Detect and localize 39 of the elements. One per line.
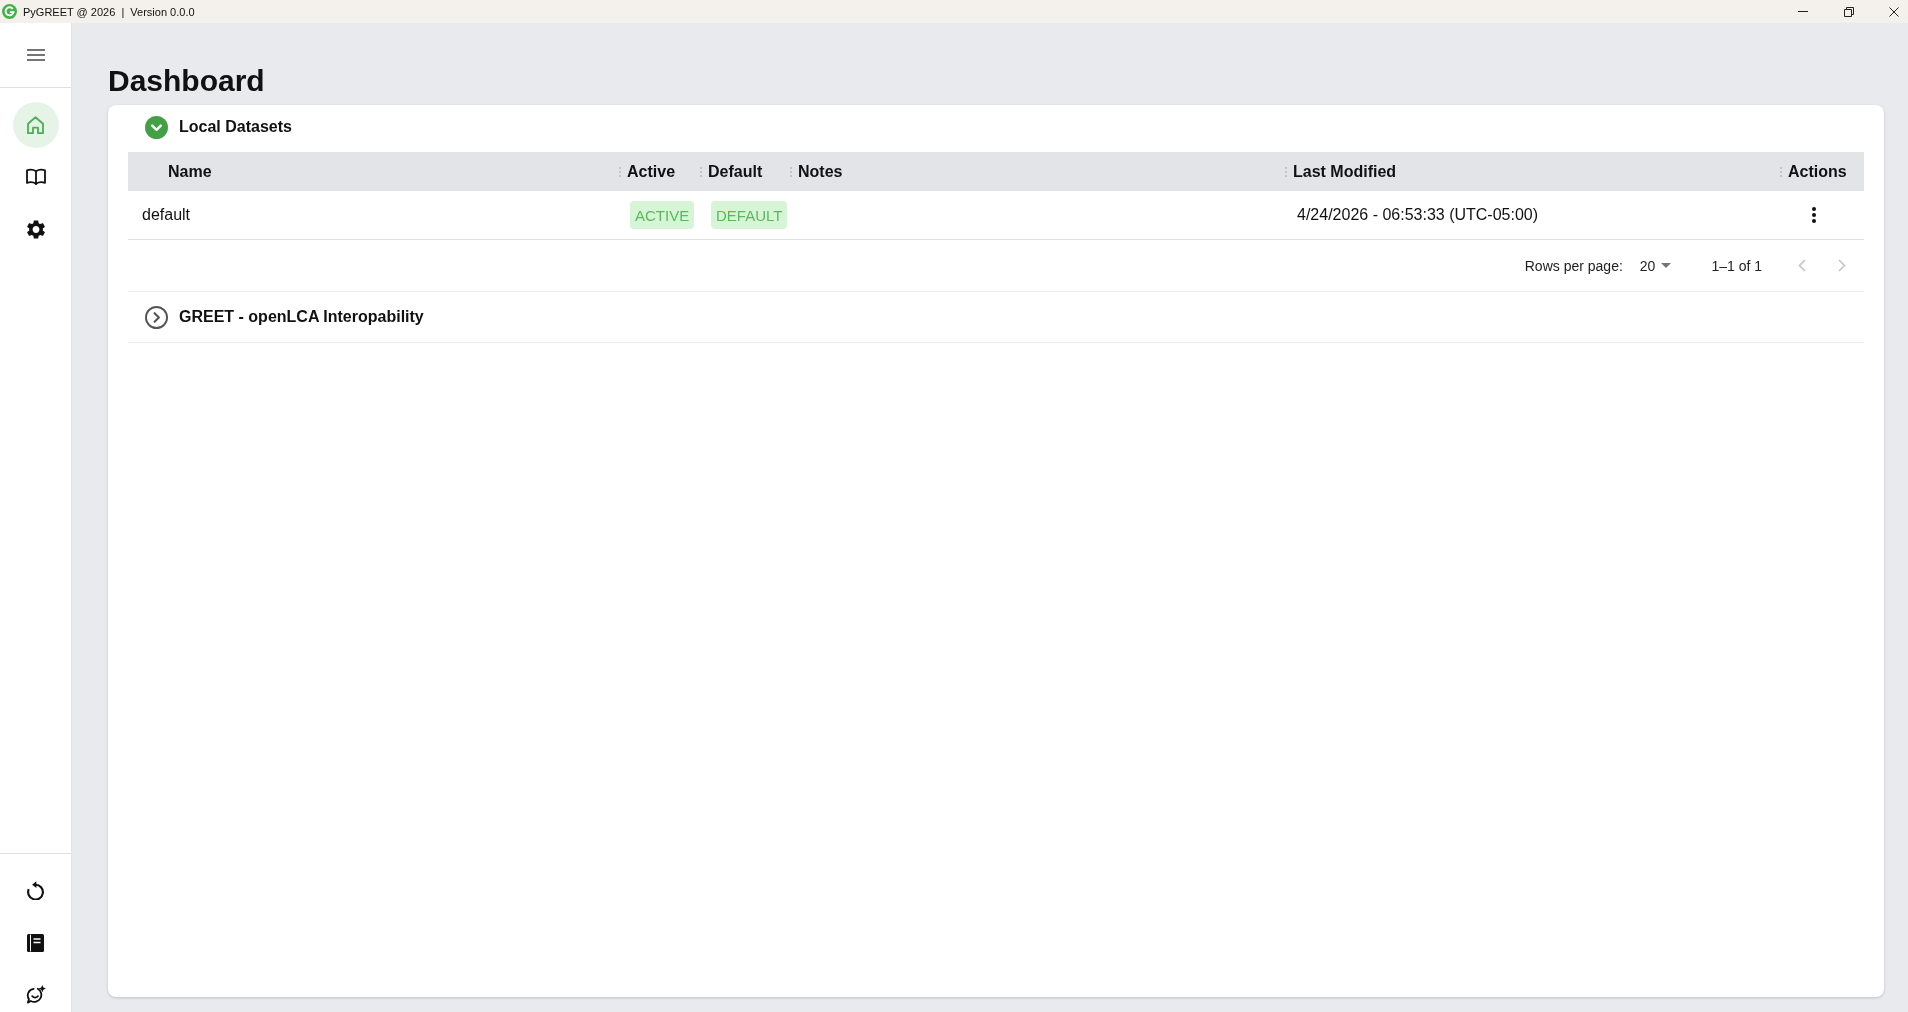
home-icon xyxy=(27,116,44,134)
page-title: Dashboard xyxy=(108,64,265,98)
column-header[interactable]: Name xyxy=(168,162,212,181)
status-chip: DEFAULT xyxy=(711,201,788,229)
resize-handle-icon[interactable] xyxy=(700,166,702,177)
resize-handle-icon[interactable] xyxy=(619,166,621,177)
resize-handle-icon[interactable] xyxy=(790,166,792,177)
notebook-icon xyxy=(27,933,44,952)
status-chip: ACTIVE xyxy=(630,201,695,229)
more-vertical-icon xyxy=(1812,207,1816,223)
minimize-icon xyxy=(1798,11,1808,12)
caret-down-icon xyxy=(1661,263,1672,268)
app-logo-icon xyxy=(2,4,17,19)
settings-icon xyxy=(26,219,45,239)
column-header[interactable]: Actions xyxy=(1788,162,1847,181)
menu-icon xyxy=(26,49,45,61)
column-header[interactable]: Active xyxy=(627,162,676,181)
window-title: PyGREET @ 2026 | Version 0.0.0 xyxy=(23,5,195,18)
table-cell: default xyxy=(142,206,191,224)
restore-icon xyxy=(1844,6,1854,17)
close-icon xyxy=(1889,6,1899,17)
section-title: Local Datasets xyxy=(179,118,292,136)
table-cell: 4/24/2026 - 06:53:33 (UTC-05:00) xyxy=(1297,206,1539,224)
page-range-text: 1–1 of 1 xyxy=(1711,257,1762,274)
resize-handle-icon[interactable] xyxy=(1285,166,1287,177)
resize-handle-icon[interactable] xyxy=(1780,166,1782,177)
chevron-right-icon xyxy=(1838,259,1846,272)
column-header[interactable]: Default xyxy=(708,162,763,181)
chevron-right-circle-icon[interactable] xyxy=(145,305,168,329)
refresh-icon xyxy=(27,881,44,901)
section-title: GREET - openLCA Interopability xyxy=(179,308,424,326)
chevron-left-icon xyxy=(1798,259,1806,272)
column-header[interactable]: Notes xyxy=(798,162,843,181)
column-header[interactable]: Last Modified xyxy=(1293,162,1397,181)
open-book-icon xyxy=(25,168,46,186)
chat-sparkle-icon xyxy=(25,984,46,1004)
rows-per-page-label: Rows per page: xyxy=(1524,257,1623,274)
chevron-down-circle-icon[interactable] xyxy=(145,115,168,139)
rows-per-page-select[interactable]: 20 xyxy=(1639,257,1672,274)
